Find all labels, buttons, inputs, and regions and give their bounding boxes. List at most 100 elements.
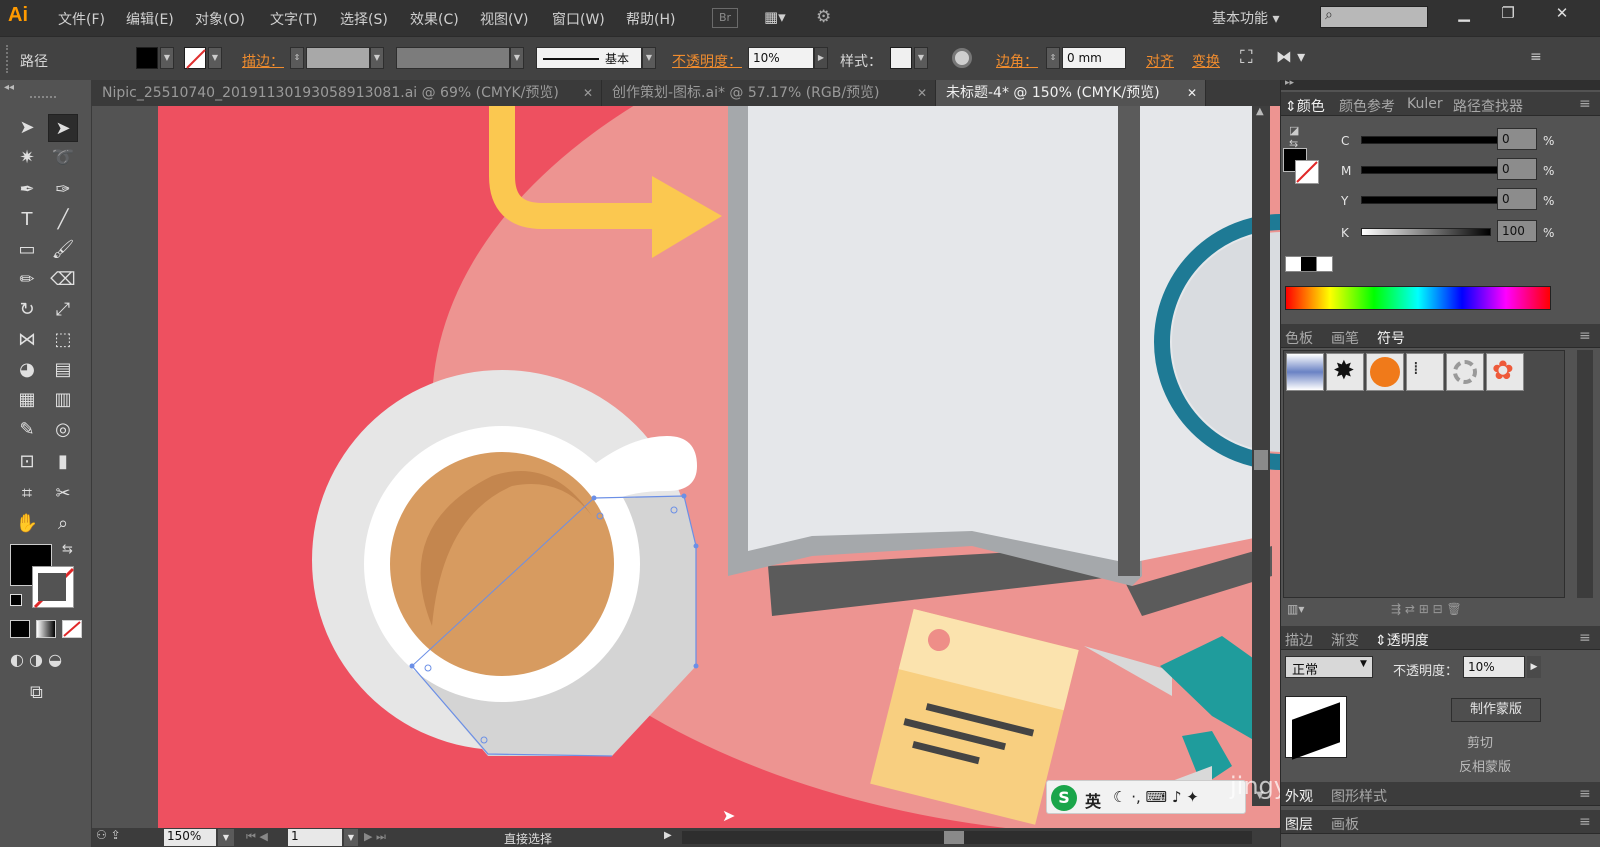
- y-slider[interactable]: [1361, 196, 1501, 204]
- opacity-field[interactable]: 10%: [748, 47, 814, 69]
- tab-artboards[interactable]: 画板: [1331, 814, 1359, 834]
- flower-symbol[interactable]: ✿: [1486, 353, 1524, 391]
- perspective-grid-icon[interactable]: ▤: [48, 356, 78, 384]
- stroke-weight-stepper[interactable]: ⇕: [290, 47, 304, 69]
- graphic-style-swatch[interactable]: [890, 47, 912, 69]
- ink-splash-symbol[interactable]: ✸: [1326, 353, 1364, 391]
- column-graph-icon[interactable]: ▮: [48, 448, 78, 476]
- ring-symbol[interactable]: [1446, 353, 1484, 391]
- menu-file[interactable]: 文件(F): [58, 9, 105, 29]
- opacity-slider-arrow[interactable]: ▶: [1527, 656, 1541, 678]
- blue-bar-symbol[interactable]: [1286, 353, 1324, 391]
- expand-icon[interactable]: ▸▸: [1285, 78, 1294, 88]
- tab-pathfinder[interactable]: 路径查找器: [1453, 96, 1523, 116]
- none-black-white-swatches[interactable]: [1285, 256, 1333, 272]
- style-dropdown[interactable]: ▼: [914, 47, 928, 69]
- k-value[interactable]: 100: [1497, 220, 1537, 242]
- c-slider[interactable]: [1361, 136, 1501, 144]
- scroll-up-arrow[interactable]: ▲: [1256, 106, 1264, 117]
- panel-menu-icon[interactable]: ≡: [1579, 96, 1591, 112]
- stroke-weight-field[interactable]: [306, 47, 370, 69]
- tab-gradient[interactable]: 渐变: [1331, 630, 1359, 650]
- menu-object[interactable]: 对象(O): [195, 9, 245, 29]
- curvature-tool-icon[interactable]: ✑: [48, 176, 78, 204]
- close-tab-icon[interactable]: ✕: [917, 80, 927, 106]
- m-value[interactable]: 0: [1497, 158, 1537, 180]
- make-mask-button[interactable]: 制作蒙版: [1451, 698, 1541, 722]
- symbol-sprayer-icon[interactable]: ⊡: [12, 448, 42, 476]
- bridge-button[interactable]: Br: [712, 8, 738, 28]
- tab-stroke[interactable]: 描边: [1285, 630, 1313, 650]
- lasso-icon[interactable]: ➰: [48, 144, 78, 172]
- align-link[interactable]: 对齐: [1146, 51, 1174, 71]
- corner-field[interactable]: 0 mm: [1062, 47, 1126, 69]
- canvas[interactable]: ▲ ▼ S 英 ☾ ·, ⌨ ♪ ✦: [92, 106, 1280, 828]
- menu-help[interactable]: 帮助(H): [626, 9, 675, 29]
- tab-doc-3[interactable]: 未标题-4* @ 150% (CMYK/预览) ✕: [936, 80, 1206, 106]
- pencil-icon[interactable]: ✏: [12, 266, 42, 294]
- reflect-icon[interactable]: ⧓ ▾: [1276, 47, 1305, 66]
- menu-select[interactable]: 选择(S): [340, 9, 388, 29]
- tab-swatches[interactable]: 色板: [1285, 328, 1313, 348]
- zoom-field[interactable]: 150%: [164, 829, 216, 846]
- tab-kuler[interactable]: Kuler: [1407, 96, 1443, 112]
- rectangle-tool-icon[interactable]: ▭: [12, 236, 42, 264]
- minimize-button[interactable]: ▁: [1444, 4, 1484, 28]
- artboard-field[interactable]: 1: [288, 829, 342, 846]
- menu-type[interactable]: 文字(T): [270, 9, 317, 29]
- default-fill-stroke-icon[interactable]: ◪ ⇆: [1289, 124, 1305, 150]
- hand-tool-icon[interactable]: ✋: [12, 510, 42, 538]
- gpu-performance-icon[interactable]: ⚙: [816, 7, 846, 29]
- menu-view[interactable]: 视图(V): [480, 9, 529, 29]
- variable-width-profile[interactable]: [396, 47, 510, 69]
- direct-selection-tool-icon[interactable]: ➤: [48, 114, 78, 142]
- collapse-icon[interactable]: ◂◂: [4, 82, 14, 93]
- close-tab-icon[interactable]: ✕: [1187, 80, 1197, 106]
- tab-transparency[interactable]: ⇕透明度: [1375, 630, 1429, 650]
- anchor-point[interactable]: [693, 543, 699, 549]
- panel-menu-icon[interactable]: ≡: [1579, 786, 1591, 802]
- profile-dropdown[interactable]: ▼: [510, 47, 524, 69]
- status-menu-arrow[interactable]: ▶: [664, 830, 672, 841]
- menu-effect[interactable]: 效果(C): [410, 9, 459, 29]
- corner-stepper[interactable]: ⇕: [1046, 47, 1060, 69]
- anchor-point[interactable]: [681, 493, 687, 499]
- tab-layers[interactable]: 图层: [1285, 814, 1313, 834]
- color-mode-icon[interactable]: [10, 620, 30, 638]
- close-tab-icon[interactable]: ✕: [583, 80, 593, 106]
- paintbrush-icon[interactable]: 🖌: [48, 236, 78, 264]
- next-artboard-icon[interactable]: ▶ ⏭: [364, 830, 386, 844]
- mesh-tool-icon[interactable]: ▦: [12, 386, 42, 414]
- stroke-swatch[interactable]: [184, 47, 206, 69]
- orange-ball-symbol[interactable]: [1366, 353, 1404, 391]
- brush-definition[interactable]: 基本: [536, 47, 642, 69]
- recolor-artwork-icon[interactable]: [952, 48, 972, 68]
- m-slider[interactable]: [1361, 166, 1501, 174]
- symbols-scrollbar[interactable]: [1577, 350, 1593, 598]
- tab-graphic-styles[interactable]: 图形样式: [1331, 786, 1387, 806]
- corner-label[interactable]: 边角：: [996, 51, 1038, 71]
- control-menu-icon[interactable]: ≡: [1530, 49, 1542, 65]
- anchor-point[interactable]: [591, 495, 597, 501]
- menu-edit[interactable]: 编辑(E): [126, 9, 174, 29]
- tab-color[interactable]: ⇕颜色: [1285, 96, 1325, 116]
- first-artboard-icon[interactable]: ⏮ ◀: [246, 830, 268, 844]
- clip-option[interactable]: 剪切: [1467, 732, 1493, 751]
- magic-wand-icon[interactable]: ✷: [12, 144, 42, 172]
- default-colors-icon[interactable]: [10, 594, 22, 606]
- color-stroke-box[interactable]: [1295, 160, 1319, 184]
- fill-swatch[interactable]: [136, 47, 158, 69]
- zoom-tool-icon[interactable]: ⌕: [48, 510, 78, 538]
- dotted-symbol[interactable]: ⁞: [1406, 353, 1444, 391]
- width-tool-icon[interactable]: ⋈: [12, 326, 42, 354]
- swap-fill-stroke-icon[interactable]: ⇆: [62, 542, 73, 557]
- workspace-switcher[interactable]: 基本功能 ▾: [1212, 8, 1279, 28]
- symbol-actions-icons[interactable]: ⇶ ⇄ ⊞ ⊟ 🗑: [1391, 602, 1462, 616]
- line-tool-icon[interactable]: ╱: [48, 206, 78, 234]
- scroll-thumb[interactable]: [1254, 450, 1268, 470]
- stroke-weight-dropdown[interactable]: ▼: [370, 47, 384, 69]
- tab-doc-2[interactable]: 创作策划-图标.ai* @ 57.17% (RGB/预览) ✕: [602, 80, 936, 106]
- tab-appearance[interactable]: 外观: [1285, 786, 1313, 806]
- none-mode-icon[interactable]: [62, 620, 82, 638]
- artwork[interactable]: [92, 106, 1280, 828]
